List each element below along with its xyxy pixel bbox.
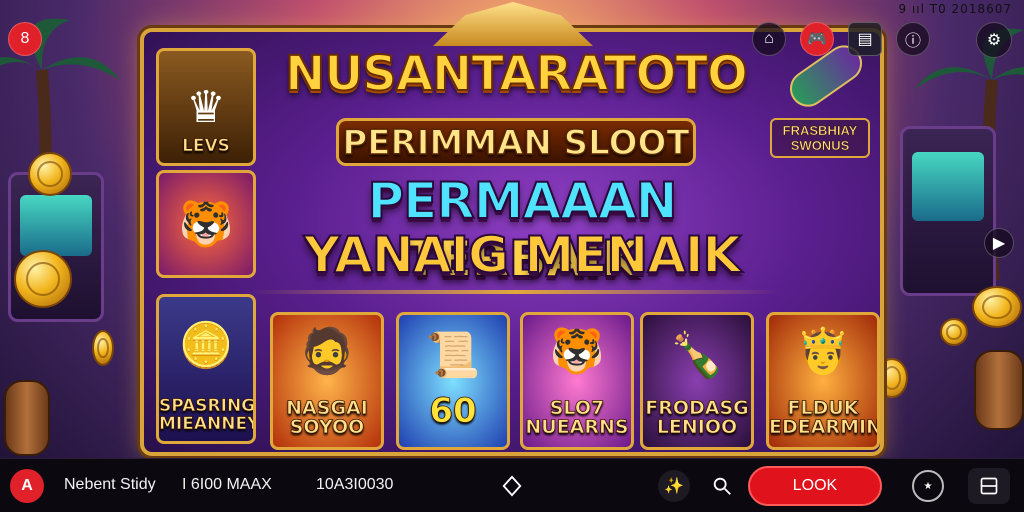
game-card-60[interactable]: 📜 60 <box>396 312 510 450</box>
barrel <box>974 350 1024 430</box>
card-label: NASGAI SOYOO <box>286 397 368 438</box>
status-bar-text: 9 ııl T0 2018607 <box>898 2 1012 16</box>
ornament-divider <box>250 290 780 294</box>
game-card-frodasg[interactable]: 🍾 FRODASG LENIOO <box>640 312 754 450</box>
barrel <box>4 380 50 456</box>
tiger-icon: 🐯 <box>178 200 234 249</box>
gamepad-icon[interactable]: 🎮 <box>800 22 834 56</box>
game-tile-tiger[interactable]: 🐯 <box>156 170 256 278</box>
tool-icon[interactable]: ✨ <box>658 470 690 502</box>
location-pin-icon[interactable] <box>496 470 528 502</box>
side-promo-label: FRASBHIAY SWONUS <box>770 118 870 158</box>
card-label: 60 <box>429 391 477 431</box>
game-card-slo7[interactable]: 🐯 SLO7 NUEARNS <box>520 312 634 450</box>
game-card-nasgai[interactable]: 🧔 NASGAI SOYOO <box>270 312 384 450</box>
headline-line-2: YANAIG MENAIK <box>303 225 743 285</box>
look-button[interactable]: LOOK <box>748 466 882 506</box>
bottom-text-3: 10A3I0030 <box>316 476 394 493</box>
card-label: FLDUK EDEARMIN <box>769 397 880 438</box>
settings-icon[interactable]: ⚙ <box>976 22 1012 58</box>
close-button[interactable]: 8 <box>8 22 42 56</box>
bottom-text-2: I 6I00 MAAX <box>182 476 272 493</box>
game-title: NUSANTARATOTO <box>284 45 749 103</box>
menu-icon[interactable] <box>968 468 1010 504</box>
coin <box>28 152 72 196</box>
calendar-icon[interactable]: ▤ <box>848 22 882 56</box>
game-tile-levs[interactable]: ♛ LEVS <box>156 48 256 166</box>
game-subtitle: PERIMMAN SLOOT <box>336 118 696 166</box>
tile-label: SPASRING MIEANNEY <box>159 396 256 434</box>
info-icon[interactable]: ⓘ <box>896 22 930 56</box>
game-card-flduk[interactable]: 🤴 FLDUK EDEARMIN <box>766 312 880 450</box>
app-logo[interactable]: A <box>10 469 44 503</box>
home-icon[interactable]: ⌂ <box>752 22 786 56</box>
gamepad-icon[interactable]: ★ <box>912 470 944 502</box>
search-icon[interactable] <box>706 470 738 502</box>
coin <box>14 250 72 308</box>
bottom-text-1: Nebent Stidy <box>64 476 156 493</box>
card-label: SLO7 NUEARNS <box>525 397 629 438</box>
tile-label: LEVS <box>182 136 231 156</box>
bottom-bar: A Nebent Stidy I 6I00 MAAX 10A3I0030 ✨ L… <box>0 458 1024 512</box>
coin <box>940 318 968 346</box>
game-tile-spasring[interactable]: 🪙 SPASRING MIEANNEY <box>156 294 256 444</box>
coin <box>972 286 1022 328</box>
chevron-right-icon[interactable]: ▶ <box>984 228 1014 258</box>
card-label: FRODASG LENIOO <box>645 397 749 438</box>
slot-machine-right <box>900 126 996 296</box>
coin <box>92 330 114 366</box>
